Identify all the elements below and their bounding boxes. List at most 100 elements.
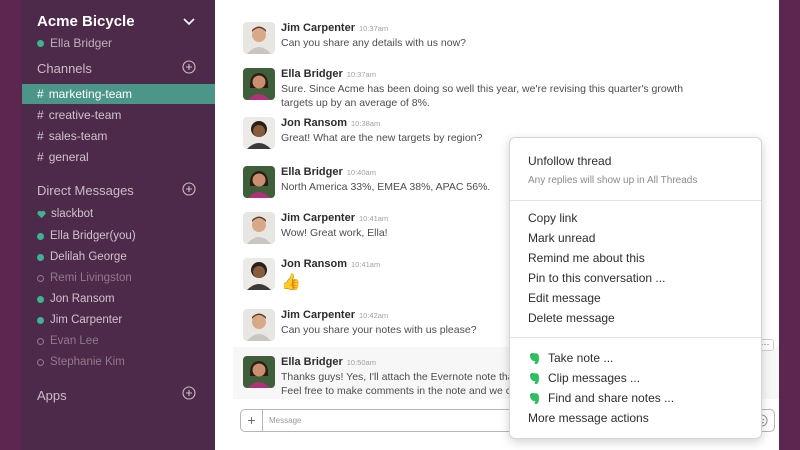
author-name[interactable]: Ella Bridger: [281, 166, 343, 178]
menu-find-share-notes[interactable]: Find and share notes ...: [528, 391, 674, 405]
message-author[interactable]: Ella Bridger 10:40am: [281, 166, 376, 178]
menu-unfollow-thread[interactable]: Unfollow thread: [528, 154, 611, 168]
current-user: Ella Bridger: [37, 36, 112, 50]
author-name[interactable]: Jim Carpenter: [281, 22, 355, 34]
dm-jim-carpenter[interactable]: Jim Carpenter: [37, 312, 122, 328]
menu-divider: [510, 200, 761, 201]
menu-find-share-label: Find and share notes ...: [548, 391, 675, 405]
attach-plus-icon[interactable]: +: [241, 410, 263, 431]
message-author[interactable]: Ella Bridger 10:37am: [281, 68, 376, 80]
message-time: 10:50am: [346, 358, 376, 367]
avatar[interactable]: [243, 166, 275, 198]
chevron-down-icon[interactable]: [182, 14, 196, 28]
evernote-icon: [530, 352, 539, 364]
menu-pin[interactable]: Pin to this conversation ...: [528, 271, 665, 285]
add-app-icon[interactable]: [182, 386, 196, 400]
online-status-icon: [37, 316, 44, 324]
message-author[interactable]: Jim Carpenter 10:42am: [281, 309, 388, 321]
avatar[interactable]: [243, 68, 275, 100]
message-input[interactable]: Message: [269, 416, 301, 425]
message-text: Sure. Since Acme has been doing so well …: [281, 83, 684, 109]
current-user-name: Ella Bridger: [50, 36, 113, 50]
dm-label: Evan Lee: [50, 335, 99, 347]
channel-general[interactable]: # general: [22, 147, 215, 167]
author-name[interactable]: Ella Bridger: [281, 356, 343, 368]
menu-clip-messages[interactable]: Clip messages ...: [528, 371, 640, 385]
dm-label: Jim Carpenter: [50, 314, 123, 326]
message-context-menu: Unfollow thread Any replies will show up…: [509, 137, 762, 439]
author-name[interactable]: Jim Carpenter: [281, 309, 355, 321]
channel-creative-team[interactable]: # creative-team: [22, 105, 215, 125]
heart-icon: [37, 210, 46, 218]
message-author[interactable]: Jon Ransom 10:38am: [281, 117, 380, 129]
channels-heading[interactable]: Channels: [37, 61, 92, 76]
message-time: 10:41am: [351, 260, 381, 269]
message-author[interactable]: Jim Carpenter 10:37am: [281, 22, 388, 34]
avatar[interactable]: [243, 309, 275, 341]
hash-icon: #: [37, 108, 44, 122]
window-frame-left: [0, 0, 22, 450]
author-name[interactable]: Jon Ransom: [281, 117, 347, 129]
channel-label: general: [48, 150, 89, 164]
avatar[interactable]: [243, 258, 275, 290]
message-line: Feel free to make comments in the note a…: [281, 385, 523, 397]
menu-divider: [510, 337, 761, 338]
away-status-icon: [37, 337, 44, 345]
author-name[interactable]: Jim Carpenter: [281, 212, 355, 224]
menu-edit-message[interactable]: Edit message: [528, 291, 601, 305]
dm-label: Stephanie Kim: [50, 356, 125, 368]
online-status-icon: [37, 39, 44, 47]
message-time: 10:37am: [346, 70, 376, 79]
message-author[interactable]: Jim Carpenter 10:41am: [281, 212, 388, 224]
dm-evan-lee[interactable]: Evan Lee: [37, 333, 99, 349]
dm-delilah-george[interactable]: Delilah George: [37, 249, 127, 265]
message-time: 10:41am: [358, 214, 389, 223]
direct-messages-heading[interactable]: Direct Messages: [37, 183, 134, 198]
menu-mark-unread[interactable]: Mark unread: [528, 231, 595, 245]
away-status-icon: [37, 358, 44, 366]
online-status-icon: [37, 253, 44, 261]
menu-copy-link[interactable]: Copy link: [528, 211, 577, 225]
menu-remind-me[interactable]: Remind me about this: [528, 251, 645, 265]
dm-jon-ransom[interactable]: Jon Ransom: [37, 291, 115, 307]
online-status-icon: [37, 295, 44, 303]
channel-marketing-team[interactable]: # marketing-team: [22, 84, 215, 104]
dm-stephanie-kim[interactable]: Stephanie Kim: [37, 354, 125, 370]
evernote-icon: [530, 392, 539, 404]
message-author[interactable]: Jon Ransom 10:41am: [281, 258, 380, 270]
evernote-icon: [530, 372, 539, 384]
channel-label: marketing-team: [48, 87, 133, 101]
hash-icon: #: [37, 150, 44, 164]
team-name[interactable]: Acme Bicycle: [37, 13, 135, 30]
menu-take-note[interactable]: Take note ...: [528, 351, 613, 365]
window-frame-right: [779, 0, 800, 450]
message-time: 10:37am: [358, 24, 389, 33]
author-name[interactable]: Ella Bridger: [281, 68, 343, 80]
dm-label: Ella Bridger(you): [50, 230, 136, 242]
avatar[interactable]: [243, 212, 275, 244]
dm-label: Delilah George: [50, 251, 127, 263]
menu-more-message-actions[interactable]: More message actions: [528, 411, 649, 425]
menu-take-note-label: Take note ...: [548, 351, 614, 365]
add-channel-icon[interactable]: [182, 60, 196, 74]
message-time: 10:42am: [358, 311, 389, 320]
avatar[interactable]: [243, 356, 275, 388]
hash-icon: #: [37, 87, 44, 101]
add-dm-icon[interactable]: [182, 182, 196, 196]
message-line: Thanks guys! Yes, I'll attach the Everno…: [281, 371, 531, 383]
message-author[interactable]: Ella Bridger 10:50am: [281, 356, 376, 368]
menu-delete-message[interactable]: Delete message: [528, 311, 615, 325]
thumbs-up-emoji: 👍: [281, 274, 301, 291]
avatar[interactable]: [243, 117, 275, 149]
hash-icon: #: [37, 129, 44, 143]
channel-sales-team[interactable]: # sales-team: [22, 126, 215, 146]
author-name[interactable]: Jon Ransom: [281, 258, 347, 270]
channel-label: sales-team: [48, 129, 108, 143]
dm-remi-livingston[interactable]: Remi Livingston: [37, 270, 132, 286]
dm-slackbot[interactable]: slackbot: [37, 206, 93, 222]
dm-ella-bridger[interactable]: Ella Bridger(you): [37, 228, 136, 244]
channel-label: creative-team: [48, 108, 122, 122]
avatar[interactable]: [243, 22, 275, 54]
apps-heading[interactable]: Apps: [37, 388, 67, 403]
menu-unfollow-description: Any replies will show up in All Threads: [528, 175, 698, 186]
